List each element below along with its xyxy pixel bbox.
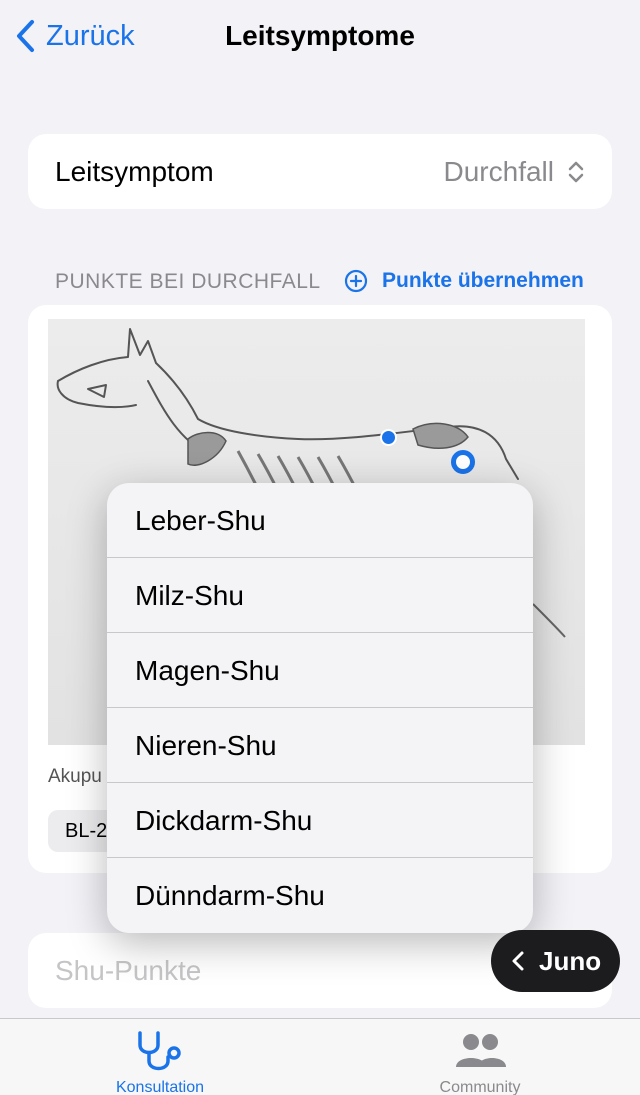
shu-points-placeholder: Shu-Punkte	[55, 955, 202, 986]
chevron-left-icon	[512, 951, 524, 971]
acupoint-marker[interactable]	[380, 429, 397, 446]
menu-item-nieren-shu[interactable]: Nieren-Shu	[107, 708, 533, 783]
leitsymptom-picker[interactable]: Leitsymptom Durchfall	[28, 134, 612, 209]
juno-button[interactable]: Juno	[491, 930, 620, 992]
adopt-points-button[interactable]: Punkte übernehmen	[344, 269, 584, 293]
shu-points-menu: Leber-Shu Milz-Shu Magen-Shu Nieren-Shu …	[107, 483, 533, 933]
menu-item-milz-shu[interactable]: Milz-Shu	[107, 558, 533, 633]
menu-item-magen-shu[interactable]: Magen-Shu	[107, 633, 533, 708]
stethoscope-icon	[138, 1031, 181, 1071]
menu-item-duenndarm-shu[interactable]: Dünndarm-Shu	[107, 858, 533, 933]
tab-community[interactable]: Community	[400, 1029, 560, 1095]
acupoint-marker-selected[interactable]	[451, 450, 475, 474]
section-header: PUNKTE BEI DURCHFALL	[55, 270, 321, 293]
tab-community-label: Community	[439, 1079, 521, 1095]
tab-bar: Konsultation Community	[0, 1018, 640, 1095]
menu-item-dickdarm-shu[interactable]: Dickdarm-Shu	[107, 783, 533, 858]
adopt-points-label: Punkte übernehmen	[382, 269, 584, 292]
acupoint-caption: Akupu	[48, 766, 102, 787]
picker-value[interactable]: Durchfall	[444, 156, 586, 188]
people-icon	[456, 1034, 506, 1067]
picker-selected-value: Durchfall	[443, 156, 554, 187]
tab-konsultation-label: Konsultation	[115, 1079, 205, 1095]
tab-konsultation[interactable]: Konsultation	[80, 1029, 240, 1095]
chevron-up-down-icon	[568, 161, 584, 183]
navigation-bar: Zurück Leitsymptome	[0, 0, 640, 76]
plus-circle-icon	[344, 269, 368, 293]
menu-item-leber-shu[interactable]: Leber-Shu	[107, 483, 533, 558]
page-title: Leitsymptome	[225, 20, 415, 51]
picker-label: Leitsymptom	[55, 156, 214, 187]
juno-label: Juno	[539, 945, 602, 976]
